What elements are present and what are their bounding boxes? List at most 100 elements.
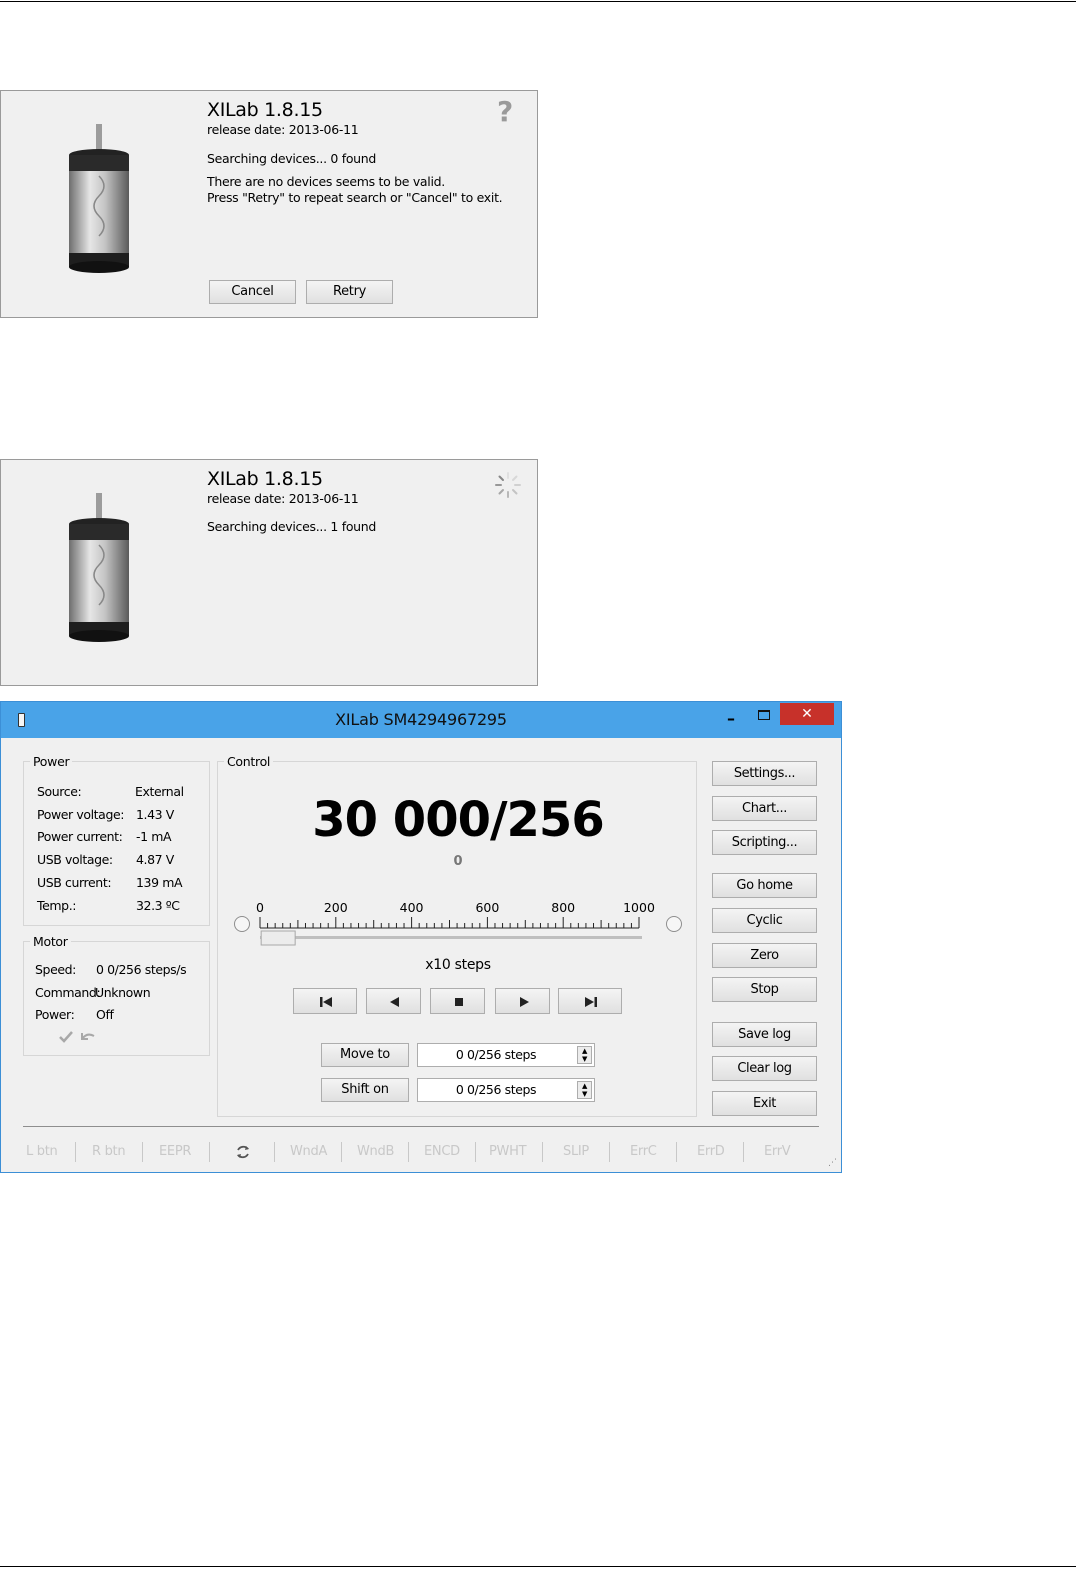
status-wndb: WndB: [357, 1144, 395, 1159]
scale-tick-label: 600: [475, 900, 499, 915]
power-row-label: Temp.:: [37, 898, 77, 913]
minimize-button[interactable]: –: [727, 709, 735, 728]
power-row-label: USB voltage:: [37, 852, 113, 867]
status-pwht: PWHT: [489, 1144, 527, 1159]
move-left-button[interactable]: [366, 988, 421, 1014]
settings-button[interactable]: Settings...: [712, 761, 817, 786]
skip-to-start-icon: [320, 997, 332, 1007]
go-home-button[interactable]: Go home: [712, 873, 817, 898]
move-left-end-button[interactable]: [293, 988, 357, 1014]
zero-button[interactable]: Zero: [712, 943, 817, 968]
power-row-value: 139 mA: [136, 875, 183, 890]
group-title: Power: [30, 754, 73, 769]
loading-spinner-icon: [495, 472, 521, 498]
status-divider: [274, 1142, 275, 1162]
stop-button[interactable]: Stop: [712, 977, 817, 1002]
splash-dialog-not-found: XILab 1.8.15 release date: 2013-06-11 Se…: [0, 90, 538, 318]
status-wnda: WndA: [290, 1144, 328, 1159]
search-status: Searching devices... 1 found: [207, 519, 377, 534]
command-value: Unknown: [95, 985, 151, 1000]
power-row-label: USB current:: [37, 875, 112, 890]
move-right-button[interactable]: [495, 988, 550, 1014]
control-group: Control 30 000/256 0 0 200 400 600 800 1000 x…: [217, 754, 697, 1117]
exit-button[interactable]: Exit: [712, 1091, 817, 1116]
move-right-end-button[interactable]: [558, 988, 622, 1014]
stop-motion-button[interactable]: [430, 988, 485, 1014]
status-l-btn: L btn: [26, 1144, 58, 1159]
release-date: release date: 2013-06-11: [207, 122, 359, 137]
shift-on-input[interactable]: 0 0/256 steps ▲ ▼: [417, 1078, 595, 1102]
status-divider: [75, 1142, 76, 1162]
status-eepr: EEPR: [159, 1144, 192, 1159]
clear-log-button[interactable]: Clear log: [712, 1056, 817, 1081]
app-title: XILab 1.8.15: [207, 99, 323, 121]
group-title: Control: [224, 754, 274, 769]
status-slip: SLIP: [563, 1144, 589, 1159]
motor-power-label: Power:: [35, 1007, 75, 1022]
page-bottom-rule: [0, 1566, 1076, 1567]
power-row-value: 4.87 V: [136, 852, 174, 867]
status-divider: [341, 1142, 342, 1162]
status-divider: [408, 1142, 409, 1162]
spinner-arrows-icon[interactable]: ▲ ▼: [577, 1046, 592, 1064]
status-divider: [609, 1142, 610, 1162]
skip-to-end-icon: [585, 997, 597, 1007]
retry-button[interactable]: Retry: [306, 280, 393, 304]
chart-button[interactable]: Chart...: [712, 796, 817, 821]
power-row-value: 32.3 ºC: [136, 898, 180, 913]
right-icon: [520, 997, 529, 1007]
left-icon: [390, 997, 399, 1007]
undo-icon: [81, 1033, 95, 1040]
status-separator: [23, 1126, 819, 1127]
cyclic-button[interactable]: Cyclic: [712, 908, 817, 933]
title-bar: XILab SM4294967295 – ✕: [1, 702, 841, 738]
scale-tick-label: 400: [400, 900, 424, 915]
status-divider: [142, 1142, 143, 1162]
motor-power-value: Off: [96, 1007, 114, 1022]
app-title: XILab 1.8.15: [207, 468, 323, 490]
motor-image: [69, 124, 129, 273]
position-scale[interactable]: 0 200 400 600 800 1000: [230, 898, 670, 950]
scale-tick-label: 1000: [623, 900, 655, 915]
command-label: Command:: [35, 985, 101, 1000]
slider-thumb[interactable]: [260, 930, 296, 946]
motor-image: [69, 493, 129, 642]
maximize-button[interactable]: [758, 710, 770, 720]
power-row-value: 1.43 V: [136, 807, 174, 822]
refresh-icon[interactable]: [234, 1143, 252, 1161]
save-log-button[interactable]: Save log: [712, 1022, 817, 1047]
scale-tick-label: 800: [551, 900, 575, 915]
window-title: XILab SM4294967295: [335, 710, 507, 729]
move-to-button[interactable]: Move to: [321, 1043, 409, 1067]
shift-on-value: 0 0/256 steps: [455, 1082, 537, 1097]
stop-icon: [455, 998, 463, 1006]
cancel-button[interactable]: Cancel: [209, 280, 296, 304]
status-divider: [676, 1142, 677, 1162]
help-icon[interactable]: ?: [497, 95, 513, 128]
power-group: Power Source: External Power voltage: 1.…: [23, 754, 210, 926]
power-row-label: Power current:: [37, 829, 123, 844]
check-icon: [59, 1031, 73, 1043]
status-divider: [209, 1142, 210, 1162]
status-divider: [542, 1142, 543, 1162]
resize-grip-icon[interactable]: ⋰: [828, 1158, 837, 1168]
move-to-value: 0 0/256 steps: [455, 1047, 537, 1062]
status-r-btn: R btn: [92, 1144, 126, 1159]
power-row-value: External: [135, 784, 184, 799]
power-row-value: -1 mA: [136, 829, 172, 844]
scripting-button[interactable]: Scripting...: [712, 830, 817, 855]
spinner-arrows-icon[interactable]: ▲ ▼: [577, 1081, 592, 1099]
status-errv: ErrV: [764, 1144, 791, 1159]
status-errd: ErrD: [697, 1144, 725, 1159]
shift-on-button[interactable]: Shift on: [321, 1078, 409, 1102]
main-window: XILab SM4294967295 – ✕ Power Source: Ext…: [0, 701, 842, 1173]
power-row-label: Power voltage:: [37, 807, 125, 822]
splash-dialog-found: XILab 1.8.15 release date: 2013-06-11 Se…: [0, 459, 538, 686]
close-button[interactable]: ✕: [780, 703, 834, 725]
scale-tick-label: 200: [324, 900, 348, 915]
speed-value: 0 0/256 steps/s: [96, 962, 187, 977]
move-to-input[interactable]: 0 0/256 steps ▲ ▼: [417, 1043, 595, 1067]
position-readout: 30 000/256: [312, 792, 604, 848]
group-title: Motor: [30, 934, 71, 949]
units-label: x10 steps: [425, 957, 491, 973]
